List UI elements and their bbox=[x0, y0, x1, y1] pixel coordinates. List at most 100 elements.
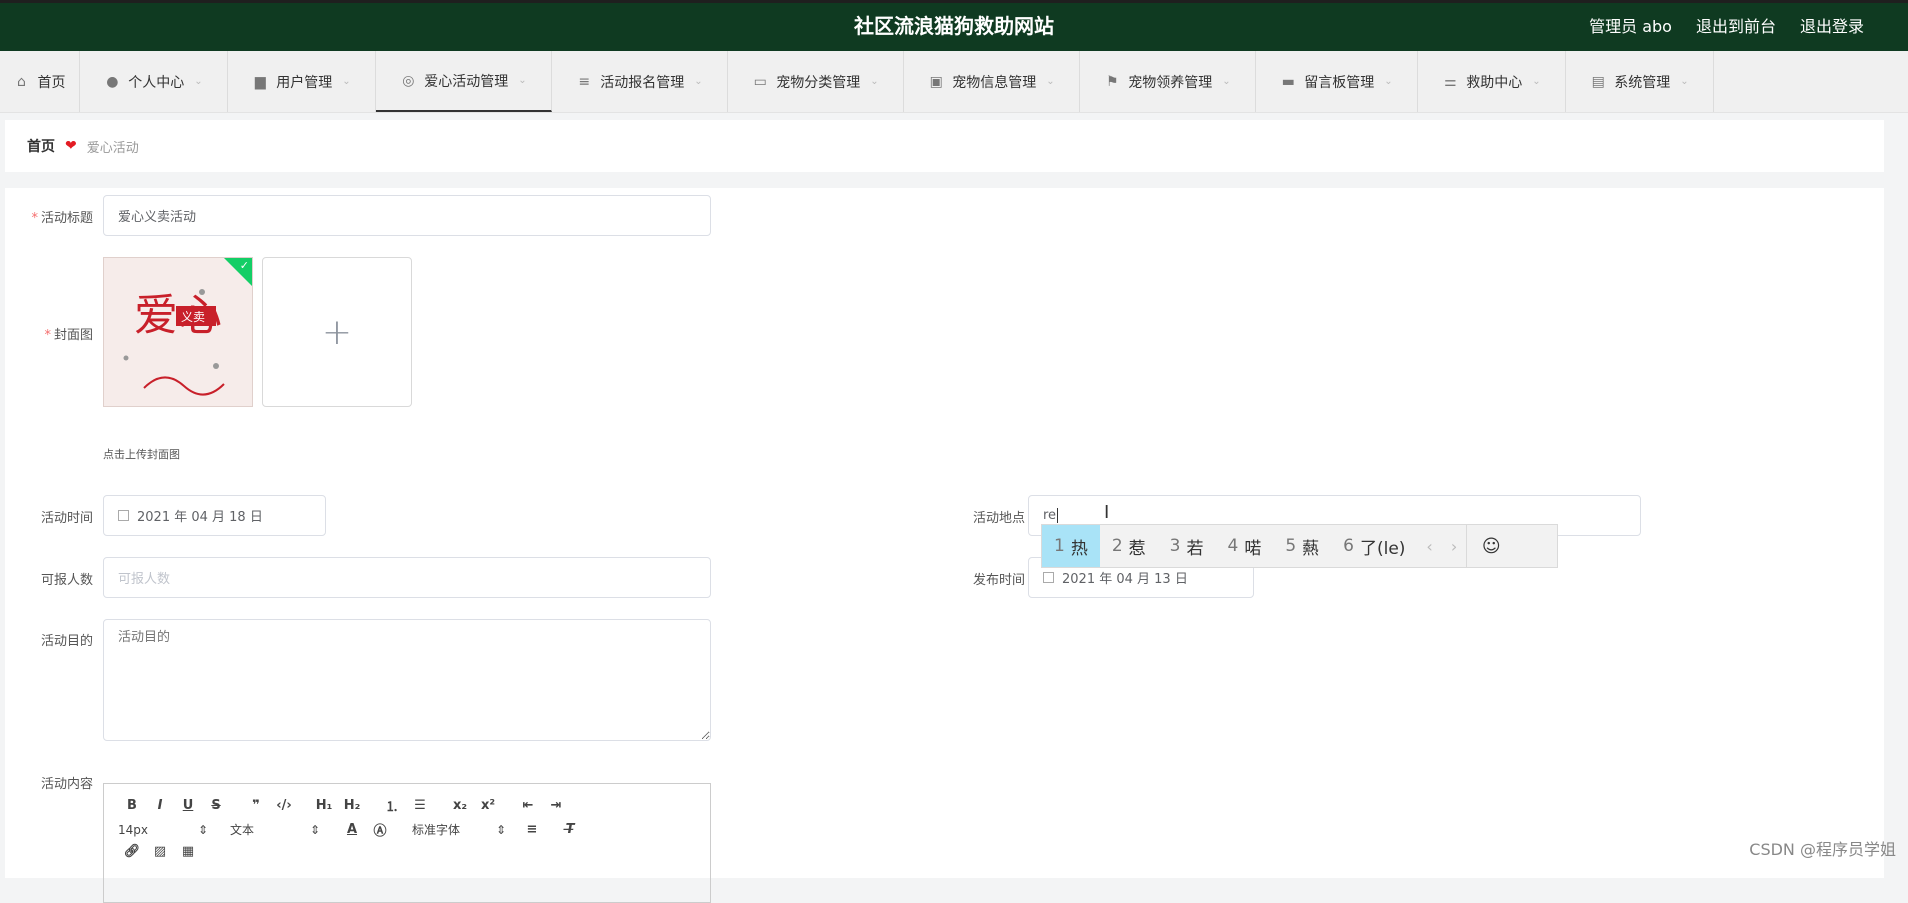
nav-item-label: 个人中心 bbox=[128, 74, 185, 91]
nav-item-pet-info[interactable]: ▣ 宠物信息管理 ⌄ bbox=[904, 51, 1080, 112]
document-icon: ▤ bbox=[1591, 73, 1605, 90]
nav-item-label: 宠物信息管理 bbox=[952, 74, 1037, 91]
cover-text-tag: 义卖 bbox=[181, 310, 205, 324]
outdent-button[interactable]: ⇤ bbox=[514, 798, 542, 813]
chevron-left-icon[interactable]: ‹ bbox=[1417, 537, 1441, 556]
background-color-button[interactable]: Ⓐ bbox=[366, 820, 394, 839]
bullet-list-button[interactable]: ☰ bbox=[406, 798, 434, 813]
ime-candidate-window: 1热 2惹 3若 4喏 5爇 6 了(le) ‹ › ☺ bbox=[1041, 524, 1558, 568]
chevron-right-icon[interactable]: › bbox=[1442, 537, 1466, 556]
logout-link[interactable]: 退出登录 bbox=[1800, 13, 1864, 37]
subscript-button[interactable]: x₂ bbox=[446, 798, 474, 813]
nav-item-pet-category[interactable]: ▭ 宠物分类管理 ⌄ bbox=[728, 51, 904, 112]
ime-candidate[interactable]: 2惹 bbox=[1100, 525, 1158, 567]
superscript-button[interactable]: x² bbox=[474, 798, 502, 813]
link-icon[interactable]: 🔗︎ bbox=[118, 844, 146, 859]
plus-icon: + bbox=[321, 311, 353, 353]
nav-item-pet-adoption[interactable]: ⚑ 宠物领养管理 ⌄ bbox=[1080, 51, 1256, 112]
nav-item-personal-center[interactable]: ● 个人中心 ⌄ bbox=[80, 51, 228, 112]
check-icon: ✓ bbox=[239, 259, 249, 272]
video-icon[interactable]: ▦ bbox=[174, 844, 202, 859]
rich-text-editor[interactable]: B I U S ❞ ‹/› H₁ H₂ ⒈ ☰ x₂ x² ⇤ ⇥ 14px ⇕ … bbox=[103, 783, 711, 903]
main-nav: ⌂ 首页 ● 个人中心 ⌄ ▆ 用户管理 ⌄ ◎ 爱心活动管理 ⌄ ≡ 活动报名… bbox=[0, 51, 1908, 113]
heading2-button[interactable]: H₂ bbox=[338, 798, 366, 813]
select-arrows-icon: ⇕ bbox=[197, 822, 208, 837]
location-field-label: 活动地点 bbox=[972, 511, 1025, 526]
chevron-down-icon: ⌄ bbox=[870, 76, 879, 87]
quota-field-label: 可报人数 bbox=[40, 573, 93, 588]
nav-item-label: 宠物领养管理 bbox=[1128, 74, 1213, 91]
home-icon: ⌂ bbox=[17, 73, 26, 90]
title-input[interactable]: 爱心义卖活动 bbox=[103, 195, 711, 236]
flag-icon: ⚑ bbox=[1106, 73, 1119, 90]
chevron-down-icon: ⌄ bbox=[1384, 76, 1393, 87]
select-arrows-icon: ⇕ bbox=[309, 822, 320, 837]
ime-candidate[interactable]: 5爇 bbox=[1273, 525, 1331, 567]
chevron-down-icon: ⌄ bbox=[1222, 76, 1231, 87]
ime-candidate[interactable]: 1热 bbox=[1042, 525, 1100, 567]
nav-item-message-board[interactable]: ▬ 留言板管理 ⌄ bbox=[1256, 51, 1418, 112]
strikethrough-button[interactable]: S bbox=[202, 798, 230, 813]
nav-item-charity-activity[interactable]: ◎ 爱心活动管理 ⌄ bbox=[376, 51, 552, 112]
cover-upload-button[interactable]: + bbox=[262, 257, 412, 407]
briefcase-icon: ▆ bbox=[254, 73, 266, 90]
ime-candidate[interactable]: 6 了(le) bbox=[1331, 525, 1417, 567]
purpose-textarea[interactable] bbox=[103, 619, 711, 741]
emoji-icon[interactable]: ☺ bbox=[1466, 525, 1515, 567]
nav-item-activity-signup[interactable]: ≡ 活动报名管理 ⌄ bbox=[552, 51, 728, 112]
font-size-select[interactable]: 14px ⇕ bbox=[118, 823, 208, 837]
nav-item-rescue-center[interactable]: ⚌ 救助中心 ⌄ bbox=[1418, 51, 1566, 112]
nav-item-label: 首页 bbox=[37, 74, 66, 91]
nav-item-label: 用户管理 bbox=[276, 74, 333, 91]
cover-upload-hint: 点击上传封面图 bbox=[103, 448, 180, 461]
chevron-down-icon: ⌄ bbox=[1680, 76, 1689, 87]
indent-button[interactable]: ⇥ bbox=[542, 798, 570, 813]
nav-item-home[interactable]: ⌂ 首页 bbox=[0, 51, 80, 112]
activity-form: *活动标题 爱心义卖活动 *封面图 爱心 义卖 ✓ + 点击上传封面图 活动时间… bbox=[5, 188, 1884, 903]
italic-button[interactable]: I bbox=[146, 798, 174, 813]
chevron-down-icon: ⌄ bbox=[1046, 76, 1055, 87]
clear-format-button[interactable]: T̶ bbox=[556, 822, 584, 837]
breadcrumb: 首页 ❤ 爱心活动 bbox=[5, 120, 1884, 172]
ime-candidate[interactable]: 4喏 bbox=[1215, 525, 1273, 567]
user-icon: ● bbox=[106, 73, 119, 90]
breadcrumb-home[interactable]: 首页 bbox=[27, 136, 55, 156]
clipboard-icon: ▣ bbox=[929, 73, 943, 90]
image-icon[interactable]: ▨ bbox=[146, 844, 174, 859]
activity-time-picker[interactable]: 2021 年 04 月 18 日 bbox=[103, 495, 326, 536]
font-family-select[interactable]: 标准字体 ⇕ bbox=[412, 821, 506, 838]
back-to-front-link[interactable]: 退出到前台 bbox=[1696, 13, 1776, 37]
publish-time-value: 2021 年 04 月 13 日 bbox=[1062, 572, 1188, 587]
nav-item-label: 活动报名管理 bbox=[600, 74, 685, 91]
chat-icon: ▭ bbox=[753, 73, 767, 90]
top-header: 社区流浪猫狗救助网站 管理员 abo 退出到前台 退出登录 bbox=[0, 0, 1908, 51]
chevron-down-icon: ⌄ bbox=[694, 76, 703, 87]
heading1-button[interactable]: H₁ bbox=[310, 798, 338, 813]
chevron-down-icon: ⌄ bbox=[342, 76, 351, 87]
time-field-label: 活动时间 bbox=[40, 511, 93, 526]
location-input-value: re bbox=[1043, 508, 1059, 523]
breadcrumb-current: 爱心活动 bbox=[86, 140, 139, 156]
watermark: CSDN @程序员学姐 bbox=[1749, 840, 1896, 859]
quota-input[interactable]: 可报人数 bbox=[103, 557, 711, 598]
admin-user-label[interactable]: 管理员 abo bbox=[1589, 13, 1672, 37]
cover-field-label: * 封面图 bbox=[44, 328, 93, 343]
activity-time-value: 2021 年 04 月 18 日 bbox=[137, 510, 263, 525]
nav-item-user-management[interactable]: ▆ 用户管理 ⌄ bbox=[228, 51, 376, 112]
text-type-select[interactable]: 文本 ⇕ bbox=[230, 821, 320, 838]
ime-candidate[interactable]: 3若 bbox=[1158, 525, 1216, 567]
calendar-icon bbox=[1043, 572, 1054, 583]
chevron-down-icon: ⌄ bbox=[194, 76, 203, 87]
nav-item-system-management[interactable]: ▤ 系统管理 ⌄ bbox=[1566, 51, 1714, 112]
content-field-label: 活动内容 bbox=[40, 777, 93, 792]
select-arrows-icon: ⇕ bbox=[495, 822, 506, 837]
underline-button[interactable]: U bbox=[174, 798, 202, 813]
blockquote-button[interactable]: ❞ bbox=[242, 798, 270, 813]
cover-image-thumbnail[interactable]: 爱心 义卖 ✓ bbox=[103, 257, 253, 407]
nav-item-label: 系统管理 bbox=[1614, 74, 1671, 91]
align-button[interactable]: ≡ bbox=[518, 822, 546, 837]
font-color-button[interactable]: A bbox=[338, 822, 366, 837]
bold-button[interactable]: B bbox=[118, 798, 146, 813]
code-block-button[interactable]: ‹/› bbox=[270, 798, 298, 813]
ordered-list-button[interactable]: ⒈ bbox=[378, 796, 406, 815]
